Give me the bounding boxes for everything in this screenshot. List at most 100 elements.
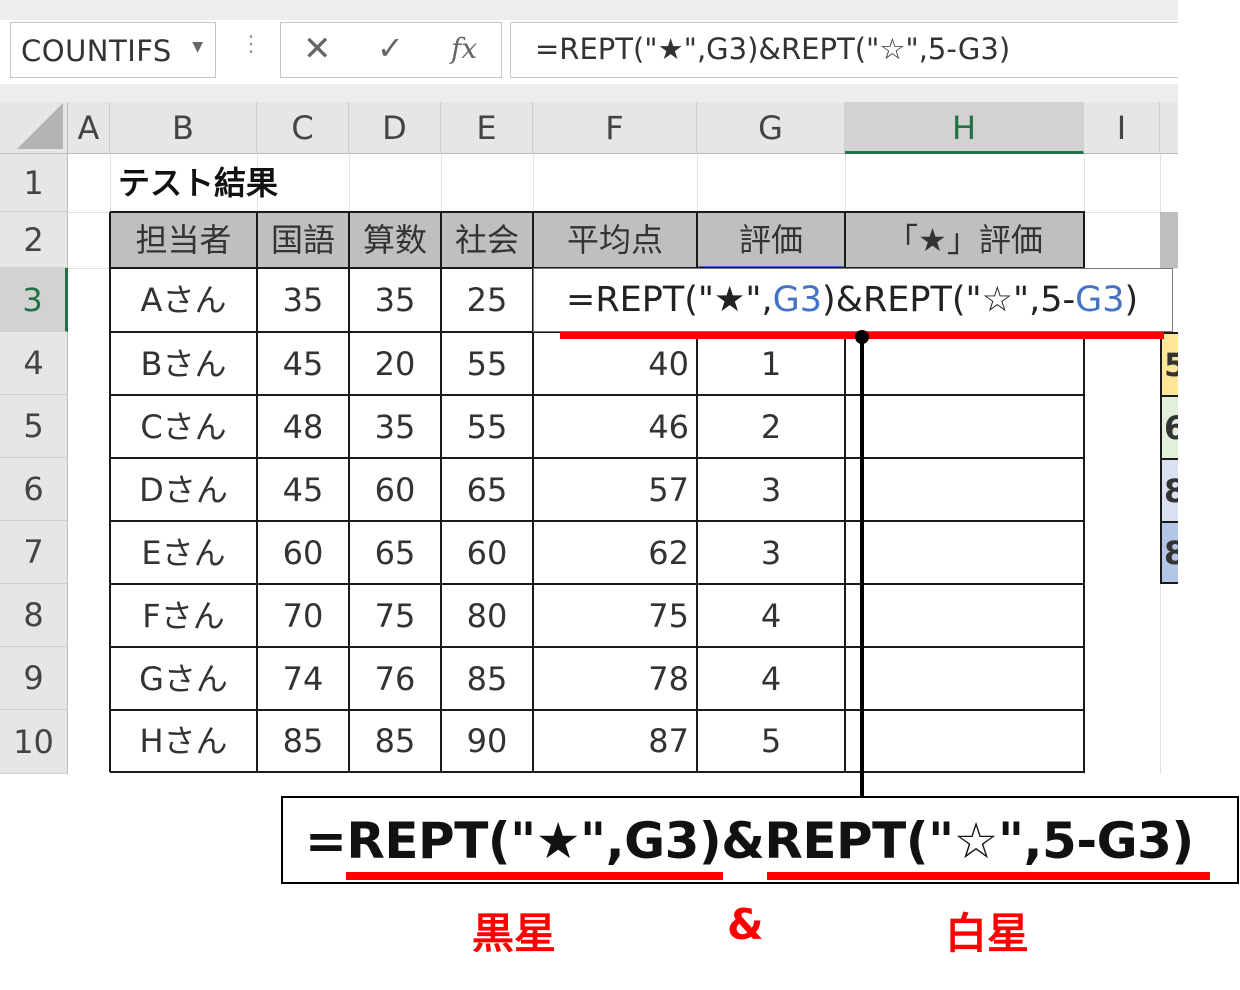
column-header-j[interactable]	[1160, 102, 1178, 154]
cell-kokugo[interactable]: 74	[257, 647, 349, 710]
edit-formula-part: )	[1124, 280, 1139, 320]
side-chip[interactable]: 8	[1160, 458, 1178, 521]
cell-name[interactable]: Gさん	[110, 647, 257, 710]
cell-kokugo[interactable]: 48	[257, 395, 349, 458]
cell-eval[interactable]: 3	[697, 458, 845, 521]
cell-name[interactable]: Fさん	[110, 584, 257, 647]
row-header-1[interactable]: 1	[0, 154, 68, 212]
column-header-h[interactable]: H	[845, 102, 1084, 154]
header-sansu[interactable]: 算数	[349, 212, 441, 268]
cell-eval[interactable]: 4	[697, 584, 845, 647]
formula-bar-area: COUNTIFS ▼ ⋮ ✕ ✓ fx =REPT("★",G3)&REPT("…	[0, 0, 1178, 102]
cell-sansu[interactable]: 35	[349, 395, 441, 458]
column-header-a[interactable]: A	[68, 102, 110, 154]
cell-sansu[interactable]: 85	[349, 710, 441, 772]
header-cell-partial[interactable]	[1160, 212, 1178, 268]
row-header-2[interactable]: 2	[0, 212, 68, 268]
callout-formula: =REPT("★",G3)&REPT("☆",5-G3)	[305, 812, 1194, 870]
edit-cell-reference: G3	[1075, 280, 1125, 320]
cell-shakai[interactable]: 55	[441, 395, 533, 458]
chevron-down-icon[interactable]: ▼	[192, 39, 203, 55]
cell-eval[interactable]: 5	[697, 710, 845, 772]
cell-eval[interactable]: 3	[697, 521, 845, 584]
row-header-9[interactable]: 9	[0, 647, 68, 710]
enter-check-icon[interactable]: ✓	[377, 29, 404, 67]
column-header-b[interactable]: B	[110, 102, 257, 154]
formula-bar-divider	[0, 84, 1178, 102]
cell-shakai[interactable]: 25	[441, 268, 533, 332]
cell-sansu[interactable]: 75	[349, 584, 441, 647]
worksheet-grid[interactable]: A B C D E F G H I 1 2 3 4 5 6 7 8 9 10 テ…	[0, 102, 1178, 774]
cell-eval[interactable]: 1	[697, 332, 845, 395]
column-header-e[interactable]: E	[441, 102, 533, 154]
formula-text: =REPT("★",G3)&REPT("☆",5-G3)	[535, 32, 1011, 66]
column-header-i[interactable]: I	[1084, 102, 1160, 154]
cell-kokugo[interactable]: 45	[257, 332, 349, 395]
header-kokugo[interactable]: 国語	[257, 212, 349, 268]
header-tantousha[interactable]: 担当者	[110, 212, 257, 268]
cell-sansu[interactable]: 76	[349, 647, 441, 710]
cell-shakai[interactable]: 85	[441, 647, 533, 710]
vertical-dots-icon[interactable]: ⋮	[240, 32, 262, 57]
cell-shakai[interactable]: 60	[441, 521, 533, 584]
cell-kokugo[interactable]: 70	[257, 584, 349, 647]
cell-name[interactable]: Cさん	[110, 395, 257, 458]
cell-sansu[interactable]: 65	[349, 521, 441, 584]
row-header-7[interactable]: 7	[0, 521, 68, 584]
cell-eval[interactable]: 4	[697, 647, 845, 710]
row-header-6[interactable]: 6	[0, 458, 68, 521]
row-header-3[interactable]: 3	[0, 268, 68, 332]
connector-line	[860, 338, 864, 798]
name-box[interactable]: COUNTIFS ▼	[10, 22, 216, 78]
cell-eval[interactable]: 2	[697, 395, 845, 458]
cell-name[interactable]: Dさん	[110, 458, 257, 521]
row-header-8[interactable]: 8	[0, 584, 68, 647]
cell-avg[interactable]: 87	[533, 710, 697, 772]
cell-sansu[interactable]: 60	[349, 458, 441, 521]
ribbon-edge	[0, 0, 1178, 20]
cell-kokugo[interactable]: 85	[257, 710, 349, 772]
cancel-icon[interactable]: ✕	[303, 29, 332, 69]
side-chip[interactable]: 8	[1160, 521, 1178, 584]
column-header-c[interactable]: C	[257, 102, 349, 154]
cell-avg[interactable]: 62	[533, 521, 697, 584]
insert-function-icon[interactable]: fx	[451, 32, 477, 65]
side-chip[interactable]: 6	[1160, 395, 1178, 458]
row-header-10[interactable]: 10	[0, 710, 68, 774]
cell-sansu[interactable]: 35	[349, 268, 441, 332]
header-shakai[interactable]: 社会	[441, 212, 533, 268]
cell-shakai[interactable]: 80	[441, 584, 533, 647]
cell-kokugo[interactable]: 35	[257, 268, 349, 332]
side-chip[interactable]: 5	[1160, 332, 1178, 395]
cell-name[interactable]: Aさん	[110, 268, 257, 332]
column-header-g[interactable]: G	[697, 102, 845, 154]
sheet-title[interactable]: テスト結果	[110, 154, 410, 212]
cell-avg[interactable]: 40	[533, 332, 697, 395]
cell-avg[interactable]: 57	[533, 458, 697, 521]
row-header-4[interactable]: 4	[0, 332, 68, 395]
cell-kokugo[interactable]: 60	[257, 521, 349, 584]
formula-input[interactable]: =REPT("★",G3)&REPT("☆",5-G3)	[510, 22, 1178, 78]
cell-avg[interactable]: 46	[533, 395, 697, 458]
gridline	[441, 154, 442, 212]
row-header-5[interactable]: 5	[0, 395, 68, 458]
cell-name[interactable]: Eさん	[110, 521, 257, 584]
select-all-corner[interactable]	[0, 102, 68, 154]
cell-avg[interactable]: 75	[533, 584, 697, 647]
cell-kokugo[interactable]: 45	[257, 458, 349, 521]
cell-shakai[interactable]: 65	[441, 458, 533, 521]
cell-sansu[interactable]: 20	[349, 332, 441, 395]
column-header-f[interactable]: F	[533, 102, 697, 154]
cell-avg[interactable]: 78	[533, 647, 697, 710]
header-hyouka[interactable]: 評価	[697, 212, 845, 268]
header-star-hyouka[interactable]: 「★」評価	[845, 212, 1084, 268]
column-header-d[interactable]: D	[349, 102, 441, 154]
table-border	[109, 212, 111, 772]
underline-white-star	[767, 872, 1210, 880]
cell-name[interactable]: Hさん	[110, 710, 257, 772]
cell-edit-box[interactable]: =REPT("★", G3)&REPT("☆",5- G3)	[533, 268, 1173, 332]
cell-shakai[interactable]: 55	[441, 332, 533, 395]
header-heikinten[interactable]: 平均点	[533, 212, 697, 268]
cell-name[interactable]: Bさん	[110, 332, 257, 395]
cell-shakai[interactable]: 90	[441, 710, 533, 772]
